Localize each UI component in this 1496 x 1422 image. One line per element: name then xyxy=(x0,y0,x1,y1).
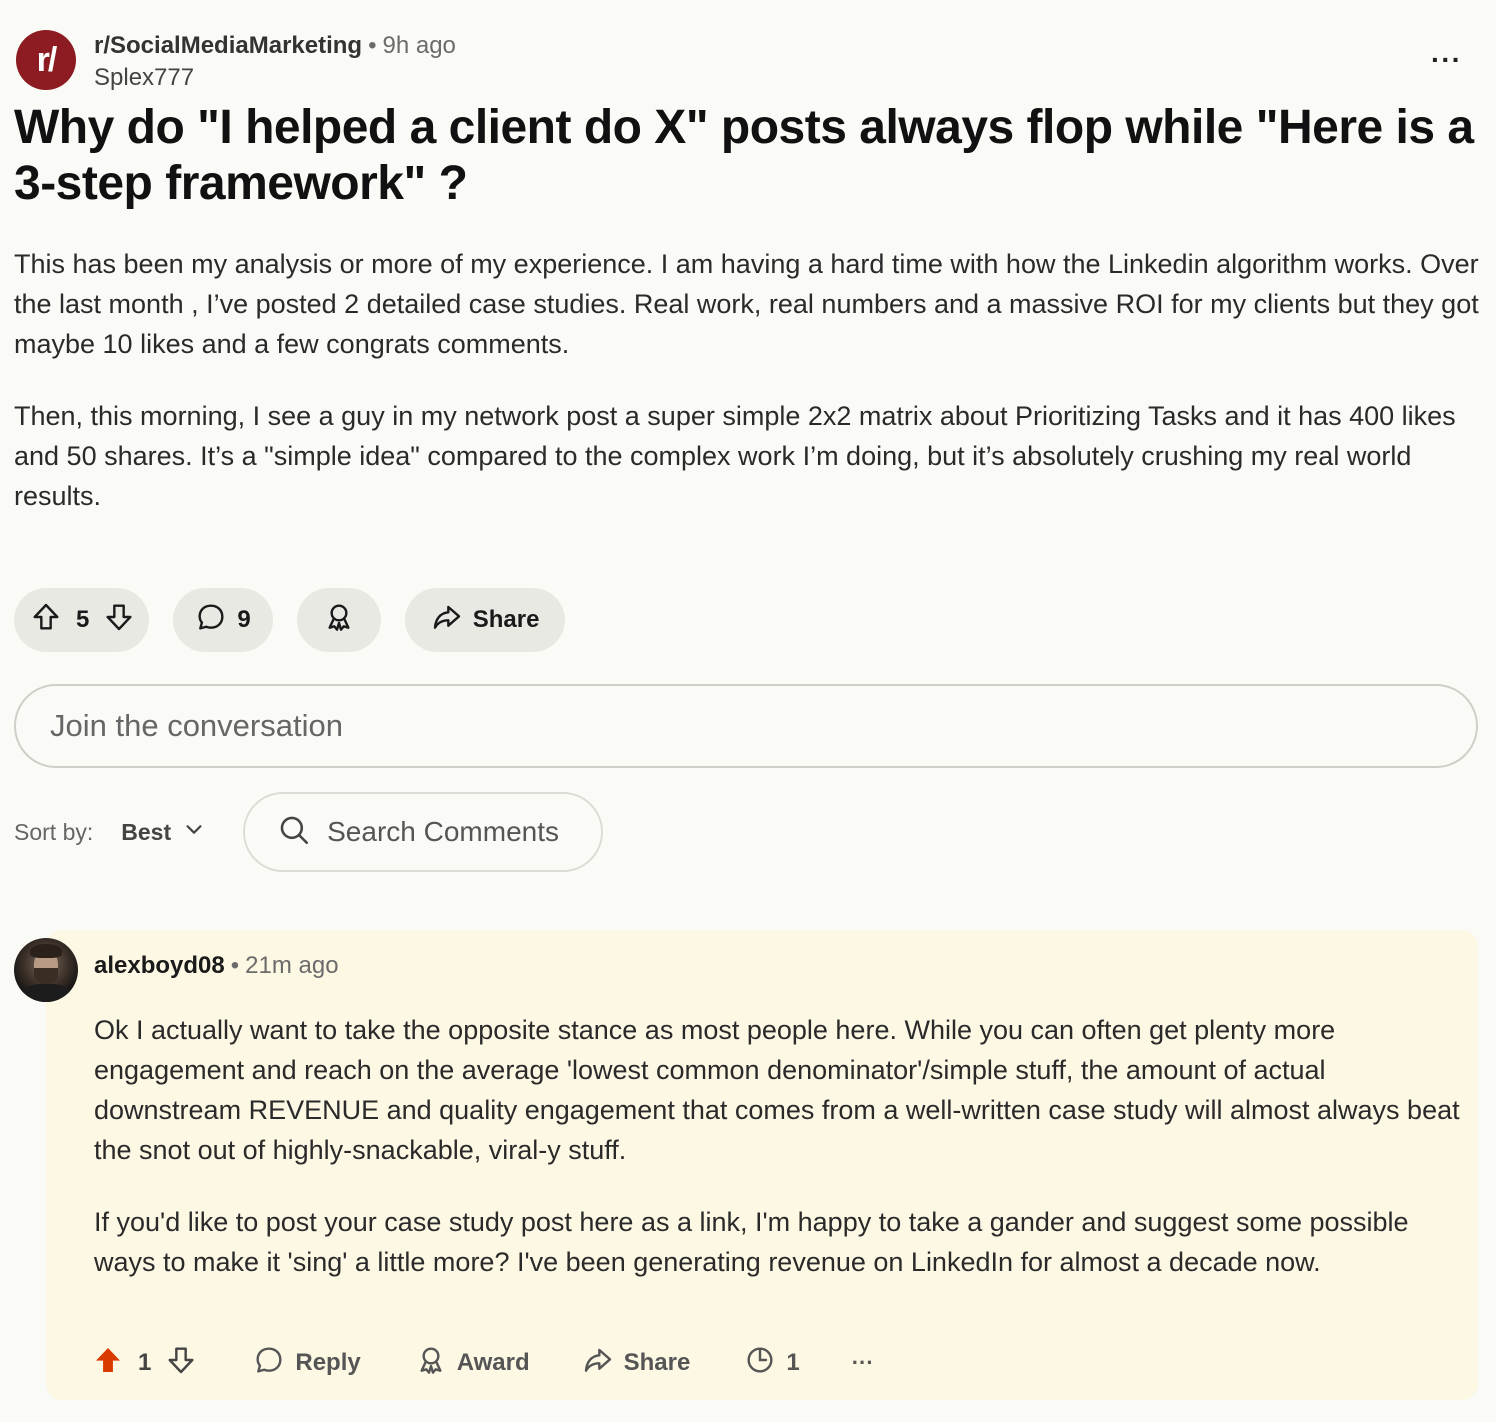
join-conversation-input[interactable] xyxy=(50,708,1476,744)
post-body: This has been my analysis or more of my … xyxy=(14,244,1484,548)
post-title: Why do "I helped a client do X" posts al… xyxy=(14,101,1474,210)
vote-control: 5 xyxy=(14,588,150,652)
avatar[interactable] xyxy=(14,938,78,1002)
sort-dropdown[interactable]: Best xyxy=(121,818,205,846)
reply-button[interactable]: Reply xyxy=(253,1344,361,1383)
comment-vote-count: 1 xyxy=(138,1349,152,1376)
comment-meta: alexboyd08 • 21m ago xyxy=(94,952,339,980)
share-label: Share xyxy=(623,1349,691,1376)
post-paragraph: Then, this morning, I see a guy in my ne… xyxy=(14,401,1456,511)
sort-label: Sort by: xyxy=(14,818,94,845)
comment-vote-control: 1 xyxy=(92,1344,197,1383)
comment-paragraph: If you'd like to post your case study po… xyxy=(94,1207,1409,1277)
post-time: 9h ago xyxy=(382,32,456,59)
comment-share-button[interactable]: Share xyxy=(582,1344,691,1383)
upvote-icon[interactable] xyxy=(30,601,62,640)
post-paragraph: This has been my analysis or more of my … xyxy=(14,249,1479,359)
comment-time: 21m ago xyxy=(245,952,339,979)
comments-toolbar: Sort by: Best xyxy=(14,792,604,872)
search-comments-box[interactable] xyxy=(243,792,604,872)
upvote-filled-icon[interactable] xyxy=(92,1344,124,1383)
share-button[interactable]: Share xyxy=(404,588,566,652)
separator-dot: • xyxy=(230,952,240,979)
comment-action-bar: 1 Reply Award Share 1 ··· xyxy=(92,1340,874,1386)
comment-more-options-button[interactable]: ··· xyxy=(852,1350,874,1376)
vote-count: 5 xyxy=(76,606,90,633)
comments-button[interactable]: 9 xyxy=(173,588,273,652)
downvote-icon[interactable] xyxy=(103,601,135,640)
subreddit-link[interactable]: r/SocialMediaMarketing xyxy=(94,32,362,59)
post-action-bar: 5 9 Share xyxy=(14,588,566,652)
comment-award-button[interactable]: Award xyxy=(415,1344,530,1383)
sort-value: Best xyxy=(121,818,172,845)
comment-icon xyxy=(195,601,227,640)
comment-author[interactable]: alexboyd08 xyxy=(94,952,225,979)
share-icon xyxy=(582,1344,614,1383)
award-icon xyxy=(323,601,355,640)
downvote-icon[interactable] xyxy=(165,1344,197,1383)
reply-label: Reply xyxy=(295,1349,361,1376)
award-button[interactable] xyxy=(296,588,381,652)
search-icon xyxy=(277,813,311,852)
comment-paragraph: Ok I actually want to take the opposite … xyxy=(94,1015,1460,1165)
share-label: Share xyxy=(472,606,540,633)
history-count: 1 xyxy=(786,1349,800,1376)
search-comments-input[interactable] xyxy=(327,816,568,848)
post-more-options-button[interactable]: ··· xyxy=(1431,44,1462,76)
award-icon xyxy=(415,1344,447,1383)
chevron-down-icon xyxy=(183,818,205,846)
join-conversation-box[interactable] xyxy=(14,684,1478,768)
comment-count: 9 xyxy=(237,606,251,633)
award-label: Award xyxy=(456,1349,530,1376)
history-button[interactable]: 1 xyxy=(744,1344,800,1383)
comment-icon xyxy=(253,1344,285,1383)
post-author[interactable]: Splex777 xyxy=(94,64,194,92)
subreddit-icon[interactable]: r/ xyxy=(16,30,76,90)
post-meta: r/SocialMediaMarketing • 9h ago xyxy=(94,32,456,60)
clock-icon xyxy=(744,1344,776,1383)
comment-body: Ok I actually want to take the opposite … xyxy=(94,1010,1469,1314)
share-icon xyxy=(431,601,463,640)
post-header: r/ r/SocialMediaMarketing • 9h ago Splex77… xyxy=(16,30,1482,92)
separator-dot: • xyxy=(368,32,377,59)
